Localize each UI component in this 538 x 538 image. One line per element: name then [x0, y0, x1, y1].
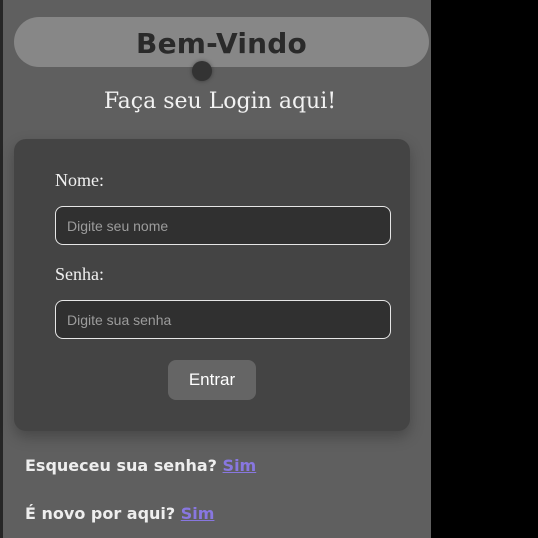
- page-subtitle: Faça seu Login aqui!: [103, 89, 337, 114]
- welcome-banner: Bem-Vindo: [14, 17, 429, 67]
- login-page: Bem-Vindo Faça seu Login aqui! Nome: Sen…: [0, 0, 431, 538]
- password-input[interactable]: [55, 300, 391, 339]
- banner-dot-icon: [192, 61, 212, 81]
- login-form-card: Nome: Senha: Entrar: [14, 139, 410, 431]
- forgot-password-line: Esqueceu sua senha? Sim: [25, 456, 256, 475]
- signup-link[interactable]: Sim: [181, 504, 215, 523]
- forgot-password-text: Esqueceu sua senha?: [25, 456, 217, 475]
- new-user-text: É novo por aqui?: [25, 504, 176, 523]
- name-input[interactable]: [55, 206, 391, 245]
- name-label: Nome:: [55, 170, 104, 190]
- login-button[interactable]: Entrar: [168, 360, 256, 400]
- forgot-password-link[interactable]: Sim: [223, 456, 257, 475]
- password-label: Senha:: [55, 264, 104, 284]
- page-title: Bem-Vindo: [136, 26, 307, 60]
- new-user-line: É novo por aqui? Sim: [25, 504, 214, 523]
